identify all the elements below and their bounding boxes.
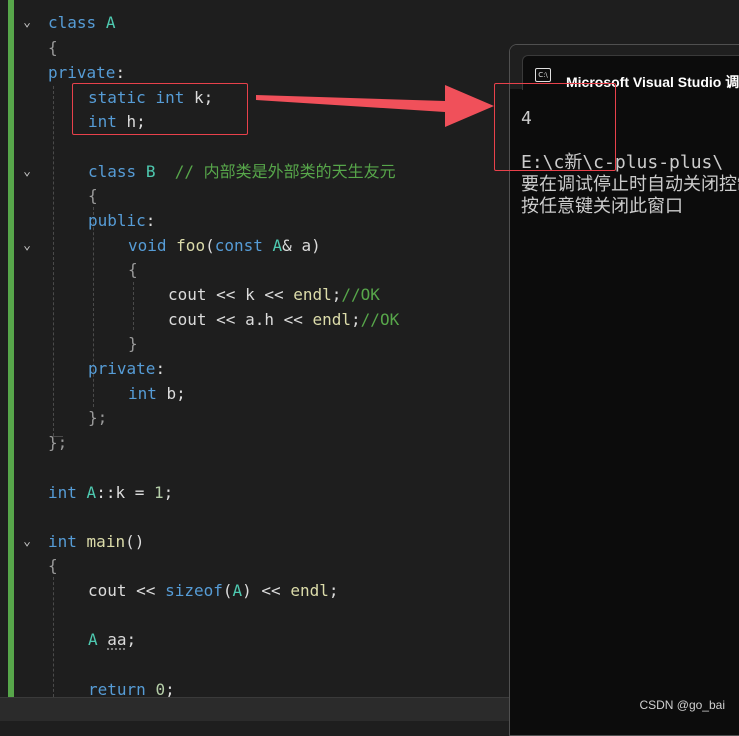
code-line[interactable]: } <box>128 332 138 356</box>
type-token: A <box>105 13 116 32</box>
punctuation-token: }; <box>48 433 68 452</box>
code-line[interactable]: { <box>128 258 138 282</box>
keyword-token: private <box>48 63 116 82</box>
text-token: : <box>115 63 126 82</box>
number-token: 1 <box>153 483 164 502</box>
identifier-token: aa <box>107 630 127 649</box>
code-line[interactable]: { <box>48 36 58 60</box>
code-line[interactable]: }; <box>88 406 107 430</box>
function-token: endl <box>293 285 332 304</box>
console-output-line: 要在调试停止时自动关闭控制台 <box>521 174 739 195</box>
text-token: ; <box>328 581 339 600</box>
code-line[interactable]: class A <box>48 11 115 35</box>
chevron-down-icon[interactable]: ⌄ <box>18 530 36 554</box>
punctuation-token: } <box>128 334 138 353</box>
comment-token: // 内部类是外部类的天生友元 <box>174 162 396 181</box>
console-app-icon: C:\ <box>535 68 551 82</box>
code-line[interactable]: int A::k = 1; <box>48 481 173 505</box>
text-token: () <box>125 532 145 551</box>
type-token: B <box>145 162 156 181</box>
keyword-token: int <box>128 384 157 403</box>
punctuation-token: { <box>48 38 58 57</box>
code-line[interactable]: void foo(const A& a) <box>128 234 321 258</box>
type-token: A <box>86 483 97 502</box>
text-token: & a) <box>282 236 321 255</box>
chevron-down-icon[interactable]: ⌄ <box>18 234 36 258</box>
code-line[interactable]: int main() <box>48 530 144 554</box>
code-line[interactable]: { <box>48 554 58 578</box>
keyword-token: int <box>48 483 77 502</box>
code-line[interactable]: private: <box>48 61 125 85</box>
function-token: main <box>86 532 126 551</box>
code-line[interactable]: cout << k << endl;//OK <box>168 283 380 307</box>
chevron-down-icon[interactable]: ⌄ <box>18 11 36 35</box>
comment-token: //OK <box>360 310 400 329</box>
function-token: endl <box>290 581 329 600</box>
keyword-token: private <box>88 359 156 378</box>
indent-guide <box>133 282 134 330</box>
code-line[interactable]: }; <box>48 431 67 455</box>
code-line[interactable]: A aa; <box>88 628 136 652</box>
keyword-token: class <box>88 162 137 181</box>
horizontal-scrollbar[interactable] <box>0 697 510 721</box>
keyword-token: const <box>214 236 263 255</box>
code-line[interactable]: cout << a.h << endl;//OK <box>168 308 399 332</box>
watermark: CSDN @go_bai <box>639 698 725 712</box>
punctuation-token: { <box>128 260 138 279</box>
text-token: : <box>145 211 156 230</box>
function-token: foo <box>176 236 206 255</box>
type-token: A <box>272 236 283 255</box>
indent-guide <box>53 577 54 697</box>
text-token: ( <box>205 236 215 255</box>
text-token: ) << <box>242 581 291 600</box>
text-token: ::k = <box>96 483 154 502</box>
punctuation-token: { <box>48 556 58 575</box>
text-token: ; <box>331 285 342 304</box>
highlight-box-members <box>72 83 248 135</box>
code-line[interactable]: int b; <box>128 382 186 406</box>
code-line[interactable]: public: <box>88 209 155 233</box>
text-token: ; <box>126 630 137 649</box>
code-line[interactable]: { <box>88 184 98 208</box>
text-token: b; <box>156 384 186 403</box>
punctuation-token: { <box>88 186 98 205</box>
punctuation-token: }; <box>88 408 108 427</box>
text-token: ; <box>163 483 174 502</box>
type-token: A <box>232 581 243 600</box>
keyword-token: sizeof <box>165 581 223 600</box>
text-token: cout << <box>88 581 166 600</box>
text-token: cout << a.h << <box>168 310 313 329</box>
console-output-line: 按任意键关闭此窗口 <box>521 196 683 217</box>
indent-guide <box>53 86 54 436</box>
text-token: : <box>155 359 166 378</box>
code-line[interactable]: private: <box>88 357 165 381</box>
code-line[interactable]: class B // 内部类是外部类的天生友元 <box>88 160 396 184</box>
highlight-box-output <box>494 83 616 171</box>
comment-token: //OK <box>341 285 380 304</box>
chevron-down-icon[interactable]: ⌄ <box>18 160 36 184</box>
keyword-token: class <box>48 13 97 32</box>
change-tracking-bar <box>8 0 14 697</box>
code-line[interactable]: cout << sizeof(A) << endl; <box>88 579 338 603</box>
function-token: endl <box>312 310 352 329</box>
text-token: ( <box>222 581 233 600</box>
keyword-token: int <box>48 532 77 551</box>
text-token: ; <box>351 310 361 329</box>
type-token: A <box>88 630 98 649</box>
keyword-token: void <box>128 236 167 255</box>
keyword-token: public <box>88 211 146 230</box>
text-token: cout << k << <box>168 285 294 304</box>
